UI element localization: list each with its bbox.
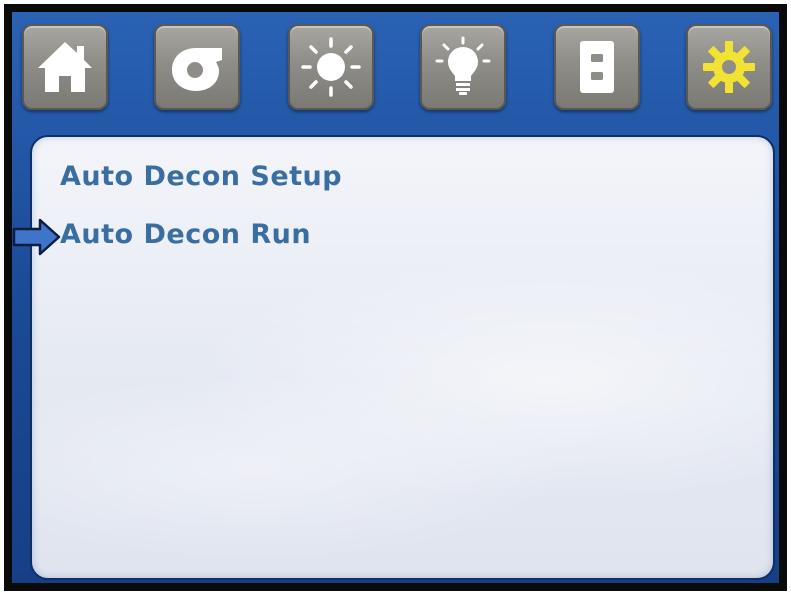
light-button[interactable]	[420, 24, 506, 110]
uv-light-button[interactable]	[288, 24, 374, 110]
gear-icon	[703, 41, 755, 93]
settings-button[interactable]	[686, 24, 772, 110]
sun-icon	[301, 37, 361, 97]
top-toolbar	[22, 10, 782, 110]
outlet-icon	[580, 41, 614, 93]
menu-item-auto-decon-setup[interactable]: Auto Decon Setup	[60, 161, 342, 192]
home-icon	[38, 42, 92, 92]
selection-arrow-icon	[12, 218, 61, 256]
blower-button[interactable]	[154, 24, 240, 110]
menu-panel: Auto Decon Setup Auto Decon Run	[30, 135, 775, 580]
menu-item-auto-decon-run[interactable]: Auto Decon Run	[60, 219, 311, 250]
lightbulb-icon	[435, 36, 491, 95]
home-button[interactable]	[22, 24, 108, 110]
blower-icon	[172, 48, 222, 91]
outlet-button[interactable]	[554, 24, 640, 110]
